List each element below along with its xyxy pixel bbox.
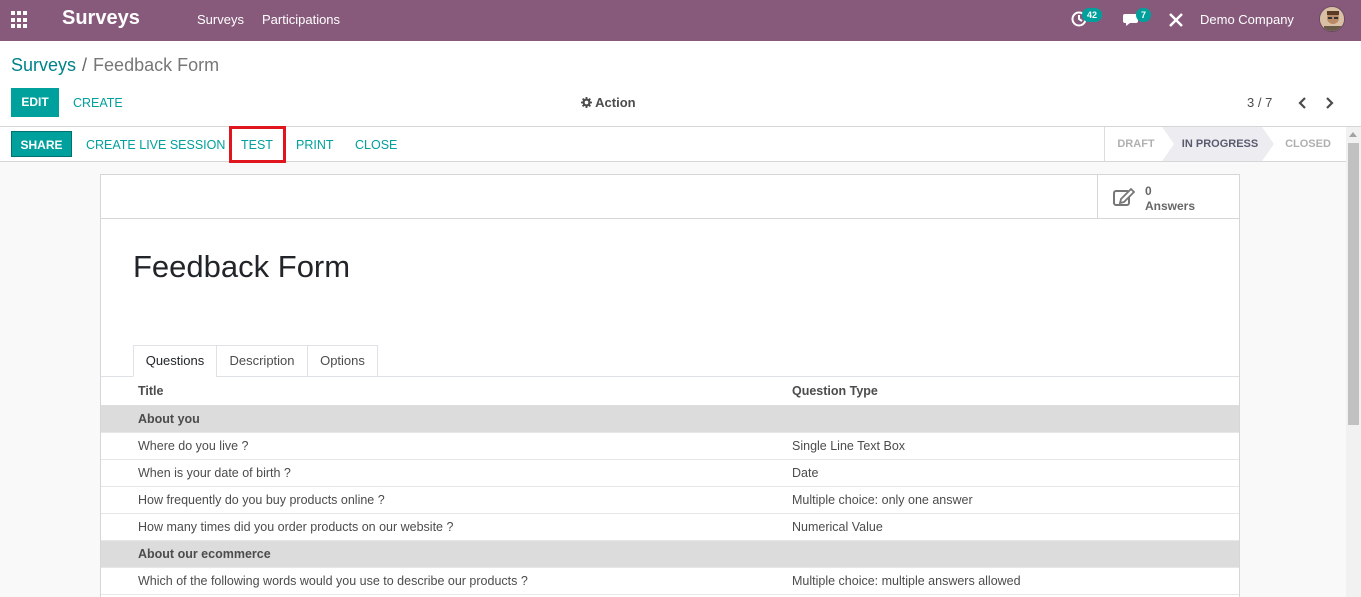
survey-title[interactable]: Feedback Form bbox=[133, 249, 350, 285]
form-sheet: 0 Answers Feedback Form Questions Descri… bbox=[100, 174, 1240, 597]
create-button[interactable]: CREATE bbox=[73, 96, 123, 110]
breadcrumb-surveys-link[interactable]: Surveys bbox=[11, 55, 76, 75]
page-scrollbar[interactable] bbox=[1346, 127, 1361, 597]
answers-count: 0 bbox=[1145, 184, 1152, 198]
sheet-divider bbox=[101, 218, 1239, 219]
section-title: About our ecommerce bbox=[138, 547, 271, 561]
question-title: Which of the following words would you u… bbox=[138, 574, 528, 588]
edit-button[interactable]: EDIT bbox=[11, 88, 59, 117]
question-title: Where do you live ? bbox=[138, 439, 249, 453]
action-label: Action bbox=[595, 95, 636, 110]
question-type: Multiple choice: multiple answers allowe… bbox=[792, 574, 1021, 588]
scroll-thumb[interactable] bbox=[1348, 143, 1359, 425]
menu-surveys[interactable]: Surveys bbox=[197, 12, 244, 27]
apps-grid-icon[interactable] bbox=[11, 11, 29, 29]
breadcrumb-current: Feedback Form bbox=[93, 55, 220, 75]
close-button[interactable]: CLOSE bbox=[355, 138, 397, 152]
stage-draft[interactable]: DRAFT bbox=[1105, 127, 1167, 161]
table-row[interactable]: How frequently do you buy products onlin… bbox=[101, 487, 1239, 514]
activity-badge: 42 bbox=[1082, 8, 1103, 22]
tab-description[interactable]: Description bbox=[216, 345, 308, 377]
tab-options[interactable]: Options bbox=[307, 345, 378, 377]
print-button[interactable]: PRINT bbox=[296, 138, 334, 152]
company-switcher[interactable]: Demo Company bbox=[1200, 12, 1294, 27]
control-panel: Surveys / Feedback Form EDIT CREATE Action… bbox=[0, 41, 1361, 127]
table-row[interactable]: When is your date of birth ? Date bbox=[101, 460, 1239, 487]
gear-icon bbox=[581, 97, 592, 108]
question-type: Single Line Text Box bbox=[792, 439, 906, 453]
app-name[interactable]: Surveys bbox=[62, 7, 140, 30]
question-type: Numerical Value bbox=[792, 520, 883, 534]
form-statusbar: SHARE CREATE LIVE SESSION TEST PRINT CLO… bbox=[0, 126, 1346, 163]
answers-stat-button[interactable]: 0 Answers bbox=[1097, 175, 1241, 219]
breadcrumb: Surveys / Feedback Form bbox=[11, 55, 219, 76]
user-avatar[interactable] bbox=[1319, 6, 1345, 32]
pager-value[interactable]: 3 / 7 bbox=[1247, 95, 1272, 110]
table-row[interactable]: Which of the following words would you u… bbox=[101, 568, 1239, 595]
tab-questions[interactable]: Questions bbox=[133, 345, 217, 377]
top-navbar: Surveys Surveys Participations 42 7 Demo… bbox=[0, 0, 1361, 41]
table-row[interactable]: How many times did you order products on… bbox=[101, 514, 1239, 541]
table-row[interactable]: Where do you live ? Single Line Text Box bbox=[101, 433, 1239, 460]
edit-answers-icon bbox=[1113, 187, 1135, 206]
create-live-session-button[interactable]: CREATE LIVE SESSION bbox=[86, 138, 225, 152]
menu-participations[interactable]: Participations bbox=[262, 12, 340, 27]
test-highlight-box bbox=[229, 126, 286, 163]
column-header-title[interactable]: Title bbox=[138, 384, 163, 398]
question-type: Date bbox=[792, 466, 819, 480]
section-row[interactable]: About our ecommerce bbox=[101, 541, 1239, 568]
stage-closed[interactable]: CLOSED bbox=[1276, 127, 1340, 161]
chevron-left-icon[interactable] bbox=[1297, 97, 1307, 109]
questions-table: Title Question Type About you Where do y… bbox=[101, 377, 1239, 595]
question-title: How many times did you order products on… bbox=[138, 520, 454, 534]
breadcrumb-separator: / bbox=[82, 55, 88, 75]
column-header-question-type[interactable]: Question Type bbox=[792, 384, 878, 398]
share-button[interactable]: SHARE bbox=[11, 131, 72, 157]
scroll-up-arrow-icon[interactable] bbox=[1349, 132, 1357, 137]
answers-label: Answers bbox=[1145, 199, 1196, 213]
question-title: When is your date of birth ? bbox=[138, 466, 291, 480]
section-row[interactable]: About you bbox=[101, 406, 1239, 433]
question-title: How frequently do you buy products onlin… bbox=[138, 493, 385, 507]
close-x-icon[interactable] bbox=[1167, 11, 1185, 29]
table-header: Title Question Type bbox=[101, 377, 1239, 406]
messages-badge: 7 bbox=[1136, 8, 1152, 22]
action-menu[interactable]: Action bbox=[581, 95, 636, 110]
section-title: About you bbox=[138, 412, 200, 426]
question-type: Multiple choice: only one answer bbox=[792, 493, 973, 507]
chevron-right-icon[interactable] bbox=[1325, 97, 1335, 109]
stage-in-progress[interactable]: IN PROGRESS bbox=[1172, 127, 1268, 161]
